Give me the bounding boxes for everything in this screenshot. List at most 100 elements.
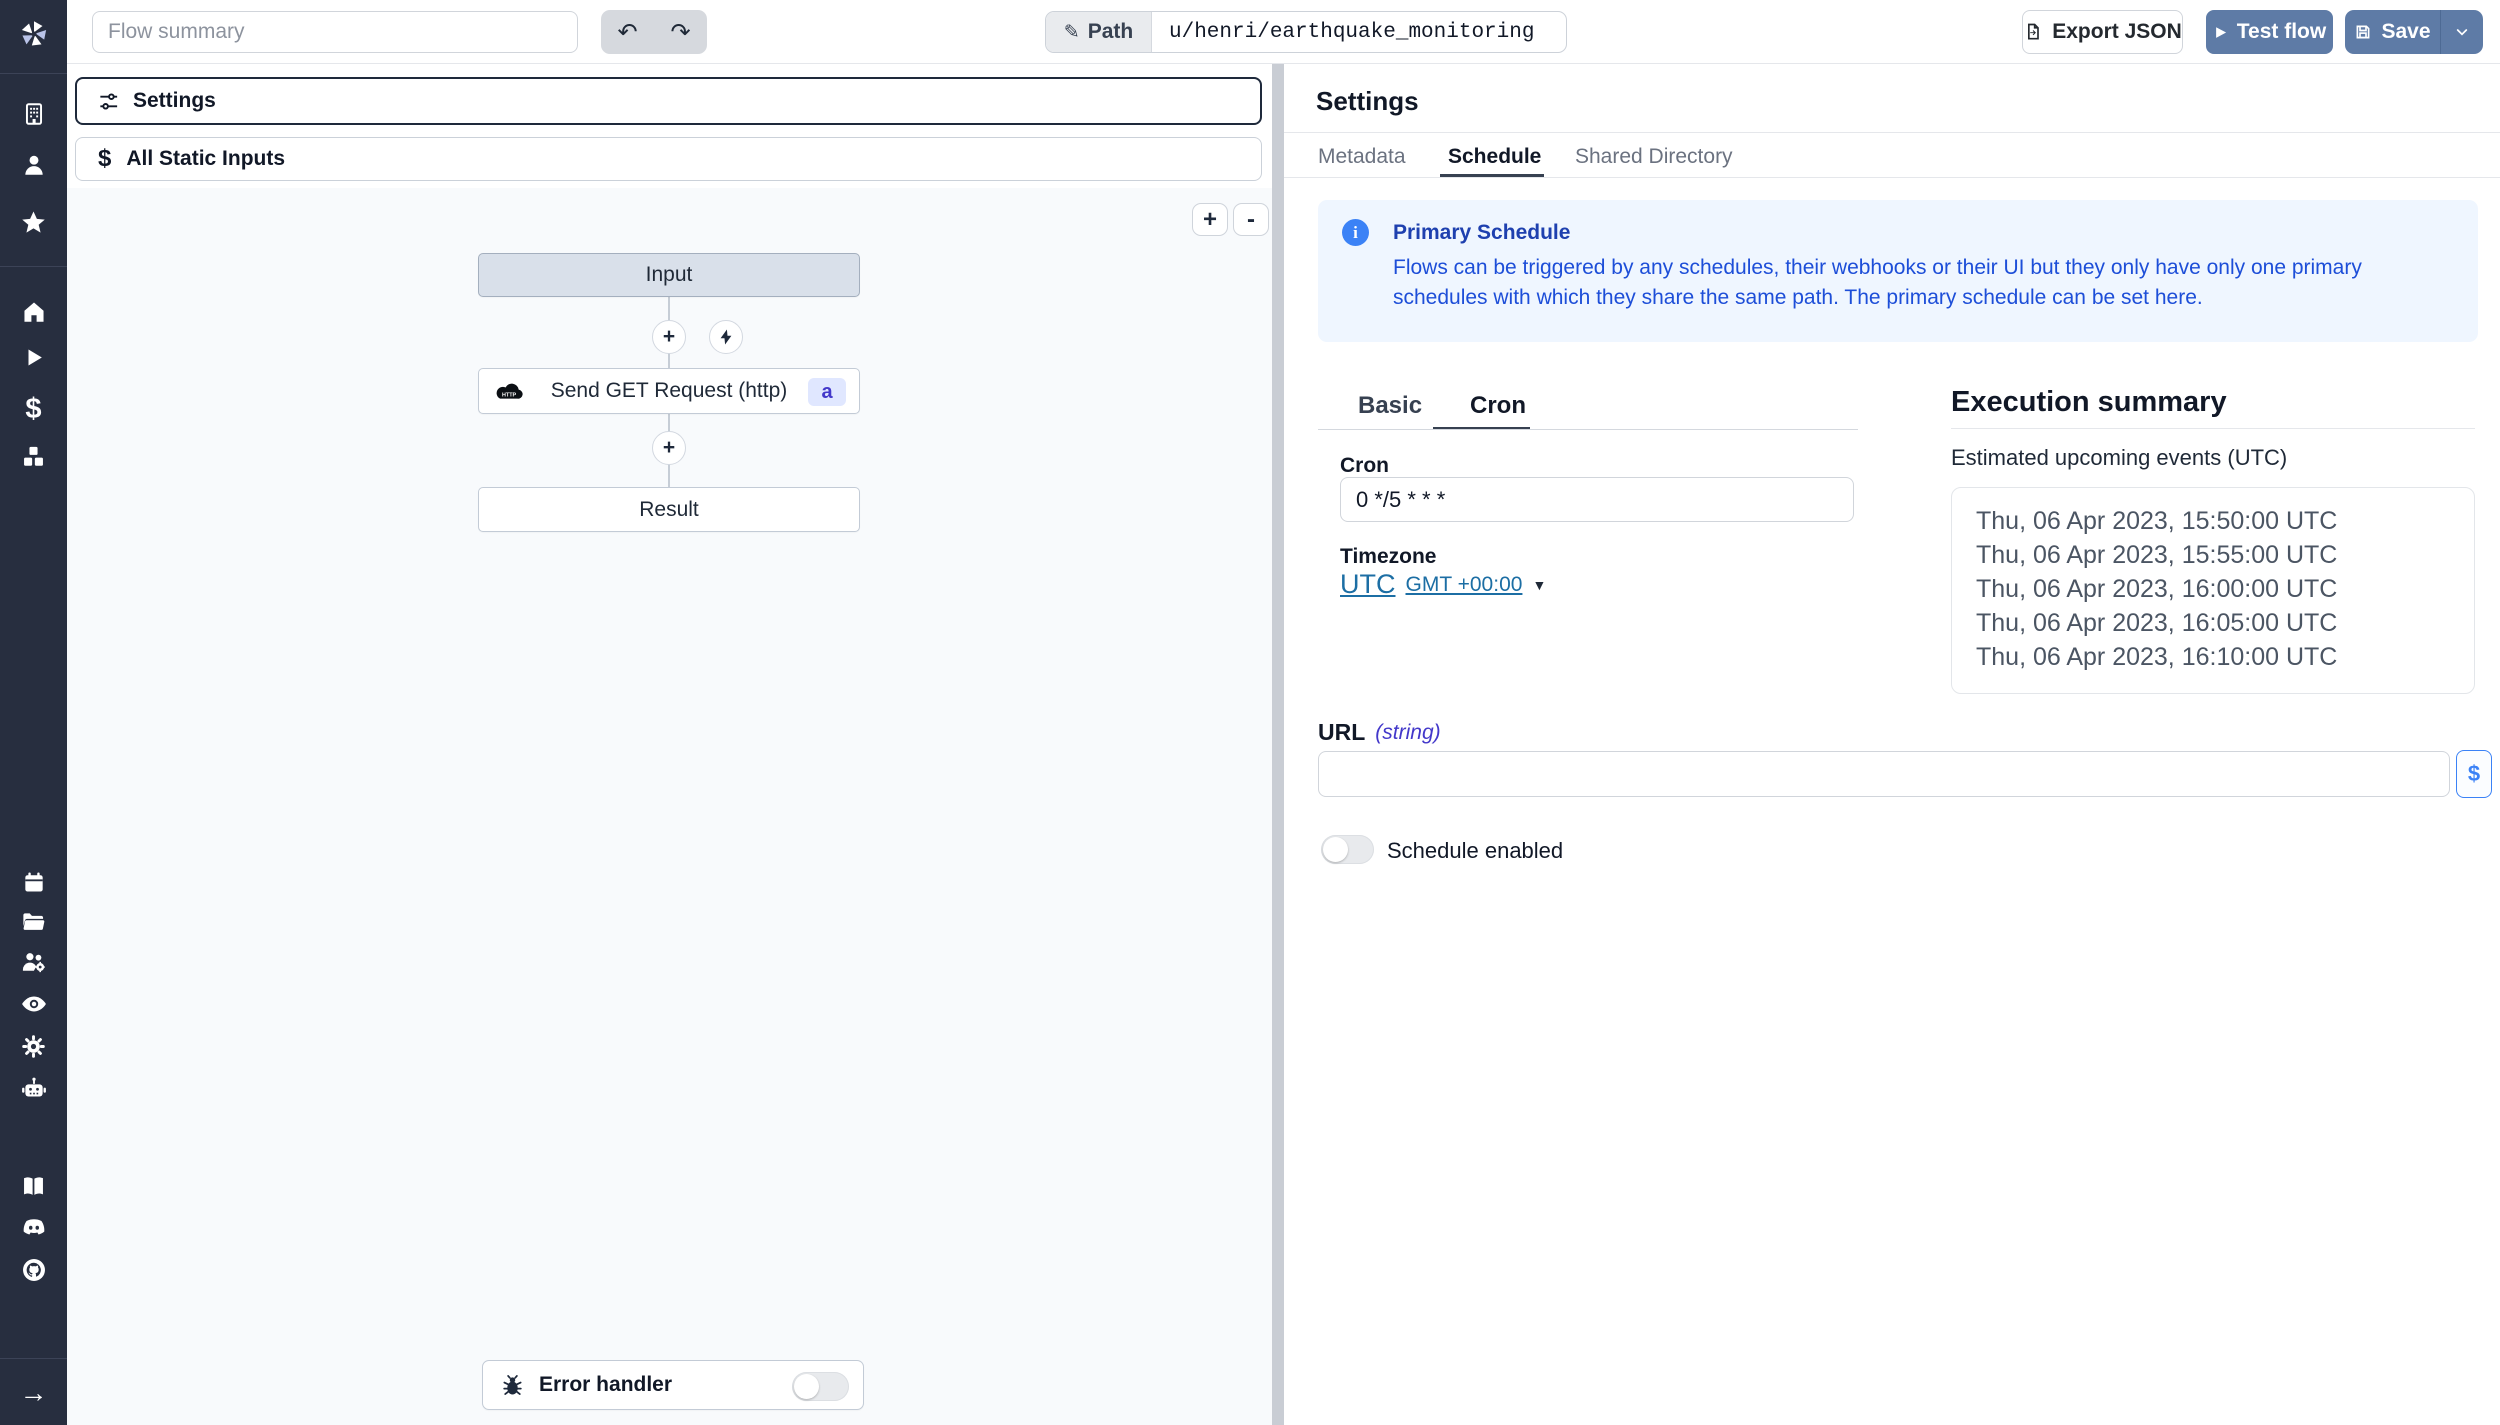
pane-resize-handle[interactable] [1272, 64, 1284, 1425]
groups-users-icon[interactable] [0, 948, 67, 975]
save-label: Save [2381, 20, 2430, 44]
windmill-logo-icon[interactable] [0, 14, 67, 54]
path-label-segment: ✎ Path [1046, 12, 1152, 52]
sidebar-divider [0, 1358, 67, 1359]
favorites-star-icon[interactable] [0, 209, 67, 236]
svg-text:HTTP: HTTP [502, 392, 517, 398]
export-file-icon [2023, 22, 2043, 42]
result-node-label: Result [639, 498, 699, 522]
app-sidebar: $ [0, 0, 67, 1425]
add-step-button[interactable]: + [652, 320, 686, 354]
audit-eye-icon[interactable] [0, 990, 67, 1017]
info-banner-body: Flows can be triggered by any schedules,… [1393, 253, 2459, 313]
flow-node-http[interactable]: HTTP Send GET Request (http) a [478, 368, 860, 414]
sidebar-divider [0, 266, 67, 267]
trigger-bolt-button[interactable] [709, 320, 743, 354]
url-input[interactable] [1318, 751, 2450, 797]
user-icon[interactable] [0, 151, 67, 178]
cron-label: Cron [1340, 454, 1389, 478]
flow-node-result[interactable]: Result [478, 487, 860, 532]
chevron-down-icon [2454, 24, 2470, 40]
workspace-building-icon[interactable] [0, 100, 67, 127]
divider [1284, 177, 2500, 178]
primary-schedule-info-banner: i Primary Schedule Flows can be triggere… [1318, 200, 2478, 342]
test-flow-button[interactable]: Test flow [2206, 10, 2333, 54]
windmill-flow-editor: { "topbar": { "flow_summary_placeholder"… [0, 0, 2500, 1425]
timezone-label: Timezone [1340, 545, 1436, 569]
discord-icon[interactable] [0, 1214, 67, 1241]
divider [1284, 132, 2500, 133]
bolt-icon [717, 328, 735, 346]
home-icon[interactable] [0, 298, 67, 325]
timezone-select[interactable]: UTC GMT +00:00 ▼ [1340, 569, 1546, 600]
upcoming-events-box: Thu, 06 Apr 2023, 15:50:00 UTC Thu, 06 A… [1951, 487, 2475, 694]
tab-basic[interactable]: Basic [1358, 392, 1422, 420]
expand-arrow-icon[interactable]: → [0, 1378, 67, 1408]
bug-icon [500, 1373, 525, 1398]
node-id-badge: a [808, 378, 846, 406]
tab-cron[interactable]: Cron [1470, 392, 1526, 420]
cron-input[interactable] [1340, 477, 1854, 522]
info-icon: i [1342, 219, 1369, 246]
url-label: URL [1318, 719, 1365, 746]
error-handler-box[interactable]: Error handler [482, 1360, 864, 1410]
tab-shared-directory[interactable]: Shared Directory [1575, 145, 1733, 169]
insert-variable-dollar-button[interactable]: $ [2456, 750, 2492, 798]
variables-dollar-icon[interactable]: $ [0, 394, 67, 424]
schedules-calendar-icon[interactable] [0, 868, 67, 895]
toggle-knob [794, 1374, 819, 1399]
event-timestamp: Thu, 06 Apr 2023, 15:55:00 UTC [1976, 538, 2474, 572]
test-flow-label: Test flow [2237, 20, 2326, 44]
flow-node-input[interactable]: Input [478, 253, 860, 297]
url-field-label-row: URL (string) [1318, 719, 1441, 746]
error-handler-toggle[interactable] [792, 1372, 849, 1401]
url-type-label: (string) [1375, 721, 1440, 745]
tab-schedule[interactable]: Schedule [1448, 145, 1541, 169]
caret-down-icon: ▼ [1532, 577, 1546, 593]
event-timestamp: Thu, 06 Apr 2023, 15:50:00 UTC [1976, 504, 2474, 538]
schedule-enabled-toggle[interactable] [1321, 835, 1374, 864]
error-handler-label: Error handler [539, 1373, 672, 1397]
flow-summary-input[interactable] [92, 11, 578, 53]
settings-pane-title: Settings [1316, 86, 1419, 117]
redo-button[interactable]: ↷ [654, 18, 707, 47]
runs-play-icon[interactable] [0, 344, 67, 371]
play-icon [2213, 25, 2228, 40]
all-static-inputs-label: All Static Inputs [126, 147, 285, 171]
http-cloud-icon: HTTP [494, 381, 525, 403]
workers-robot-icon[interactable] [0, 1075, 67, 1103]
export-json-button[interactable]: Export JSON [2022, 10, 2183, 54]
sliders-icon [97, 90, 120, 113]
github-icon[interactable] [0, 1256, 67, 1284]
settings-pane: Settings Metadata Schedule Shared Direct… [1284, 64, 2500, 1425]
folders-icon[interactable] [0, 908, 67, 935]
sidebar-divider [0, 73, 67, 74]
save-split-button: Save [2345, 10, 2483, 54]
subtab-border [1318, 429, 1858, 430]
resources-cubes-icon[interactable] [0, 442, 67, 470]
save-button[interactable]: Save [2345, 20, 2440, 44]
pencil-icon: ✎ [1064, 21, 1080, 44]
timezone-value: UTC [1340, 569, 1396, 600]
event-timestamp: Thu, 06 Apr 2023, 16:05:00 UTC [1976, 606, 2474, 640]
undo-button[interactable]: ↶ [601, 18, 654, 47]
add-step-button[interactable]: + [652, 431, 686, 465]
path-field[interactable]: ✎ Path u/henri/earthquake_monitoring [1045, 11, 1567, 53]
input-node-label: Input [646, 263, 693, 287]
zoom-out-button[interactable]: - [1233, 203, 1269, 236]
toggle-knob [1323, 837, 1348, 862]
tab-metadata[interactable]: Metadata [1318, 145, 1406, 169]
zoom-in-button[interactable]: + [1192, 203, 1228, 236]
event-timestamp: Thu, 06 Apr 2023, 16:10:00 UTC [1976, 640, 2474, 674]
all-static-inputs-box[interactable]: $ All Static Inputs [75, 137, 1262, 181]
export-json-label: Export JSON [2052, 20, 2182, 44]
http-node-label: Send GET Request (http) [551, 379, 788, 403]
path-value: u/henri/earthquake_monitoring [1152, 21, 1534, 44]
save-dropdown-button[interactable] [2441, 24, 2483, 40]
settings-gear-icon[interactable] [0, 1032, 67, 1060]
divider [1951, 428, 2475, 429]
path-label: Path [1088, 20, 1134, 44]
docs-book-icon[interactable] [0, 1173, 67, 1200]
flow-settings-box[interactable]: Settings [75, 77, 1262, 125]
save-floppy-icon [2354, 23, 2372, 41]
